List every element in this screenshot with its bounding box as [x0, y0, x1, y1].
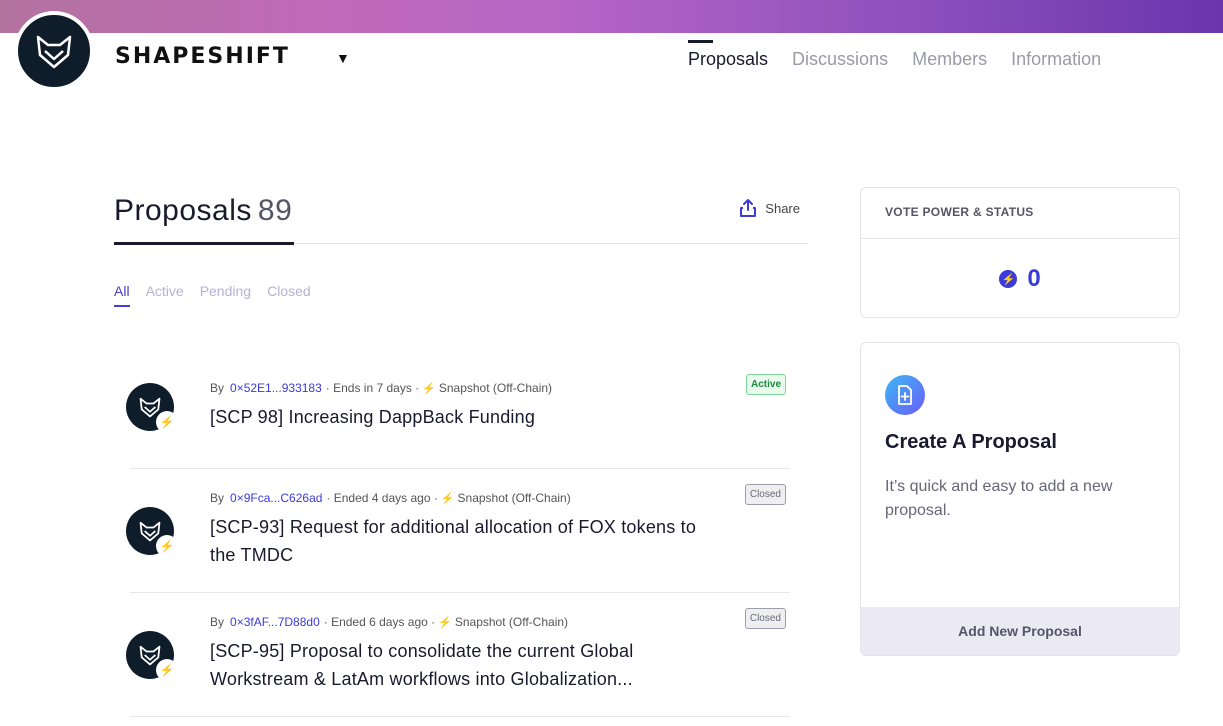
- author-address[interactable]: 0×52E1...933183: [230, 381, 322, 395]
- snapshot-icon: ⚡: [422, 383, 436, 395]
- lightning-icon: ⚡: [999, 270, 1018, 288]
- filter-active[interactable]: Active: [146, 283, 184, 307]
- new-document-icon: [885, 375, 925, 415]
- add-new-proposal-button[interactable]: Add New Proposal: [861, 607, 1179, 655]
- proposal-item[interactable]: ⚡ By 0×3fAF...7D88d0 · Ended 6 days ago · ⚡…: [126, 608, 790, 717]
- by-label: By: [210, 491, 225, 505]
- vote-power-card: VOTE POWER & STATUS ⚡ 0: [860, 187, 1180, 318]
- proposal-avatar: ⚡: [126, 383, 178, 433]
- page-title: Proposals 89: [114, 194, 292, 228]
- page-title-text: Proposals: [114, 194, 252, 227]
- proposals-header: Proposals 89 Share: [114, 190, 808, 245]
- dao-name[interactable]: SHAPESHIFT: [115, 44, 290, 69]
- proposal-avatar: ⚡: [126, 507, 178, 557]
- nav-proposals[interactable]: Proposals: [688, 40, 768, 70]
- snapshot-icon: ⚡: [440, 493, 455, 505]
- proposal-title[interactable]: [SCP-93] Request for additional allocati…: [210, 513, 710, 569]
- filter-pending[interactable]: Pending: [200, 283, 251, 307]
- share-label: Share: [765, 200, 800, 216]
- title-underline: [114, 242, 294, 245]
- document-plus-glyph: [898, 385, 912, 405]
- by-label: By: [210, 615, 225, 629]
- filter-all[interactable]: All: [114, 283, 130, 307]
- nav-discussions[interactable]: Discussions: [792, 40, 888, 70]
- author-address[interactable]: 0×9Fca...C626ad: [230, 491, 322, 505]
- filter-closed[interactable]: Closed: [267, 283, 311, 307]
- proposal-time: · Ended 4 days ago ·: [326, 491, 438, 505]
- by-label: By: [210, 381, 225, 395]
- nav-members[interactable]: Members: [912, 40, 987, 70]
- proposal-item[interactable]: ⚡ By 0×52E1...933183 · Ends in 7 days · ⚡ Sn…: [126, 374, 790, 469]
- nav-information[interactable]: Information: [1011, 40, 1101, 70]
- proposal-avatar: ⚡: [126, 631, 178, 681]
- proposal-title[interactable]: [SCP-95] Proposal to consolidate the cur…: [210, 637, 710, 693]
- top-banner: [0, 0, 1223, 33]
- proposal-meta: By 0×52E1...933183 · Ends in 7 days · ⚡ Snap…: [210, 381, 552, 395]
- fox-logo-icon: [36, 35, 72, 69]
- vote-power-body: ⚡ 0: [861, 239, 1179, 317]
- vote-power-value: 0: [1027, 265, 1041, 292]
- share-icon: [740, 199, 757, 217]
- proposal-platform: Snapshot (Off-Chain): [457, 491, 571, 505]
- create-proposal-card: Create A Proposal It’s quick and easy to…: [860, 342, 1180, 656]
- proposal-time: · Ends in 7 days ·: [325, 381, 420, 395]
- dao-switcher-caret-icon[interactable]: ▼: [336, 50, 350, 66]
- proposal-platform: Snapshot (Off-Chain): [438, 381, 553, 395]
- proposal-meta: By 0×9Fca...C626ad · Ended 4 days ago · ⚡ Sn…: [210, 491, 571, 505]
- proposal-time: · Ended 6 days ago ·: [323, 615, 436, 629]
- proposal-platform: Snapshot (Off-Chain): [454, 615, 569, 629]
- status-badge: Active: [745, 374, 786, 395]
- status-badge: Closed: [744, 608, 786, 629]
- lightning-badge-icon: ⚡: [156, 659, 178, 681]
- lightning-badge-icon: ⚡: [156, 411, 178, 433]
- create-proposal-description: It’s quick and easy to add a new proposa…: [885, 478, 1113, 519]
- status-filter-tabs: All Active Pending Closed: [114, 283, 311, 307]
- proposal-meta: By 0×3fAF...7D88d0 · Ended 6 days ago · ⚡ Sn…: [210, 615, 568, 629]
- create-proposal-title: Create A Proposal: [885, 431, 1057, 453]
- status-badge: Closed: [744, 484, 786, 505]
- proposal-title[interactable]: [SCP 98] Increasing DappBack Funding: [210, 403, 710, 431]
- author-address[interactable]: 0×3fAF...7D88d0: [230, 615, 320, 629]
- vote-power-header: VOTE POWER & STATUS: [861, 188, 1179, 239]
- dao-logo[interactable]: [14, 11, 94, 91]
- proposal-count: 89: [257, 194, 293, 227]
- lightning-badge-icon: ⚡: [156, 535, 178, 557]
- main-nav: Proposals Discussions Members Informatio…: [688, 40, 1101, 70]
- share-button[interactable]: Share: [739, 198, 800, 218]
- proposal-item[interactable]: ⚡ By 0×9Fca...C626ad · Ended 4 days ago · ⚡…: [126, 484, 790, 593]
- snapshot-icon: ⚡: [438, 617, 452, 629]
